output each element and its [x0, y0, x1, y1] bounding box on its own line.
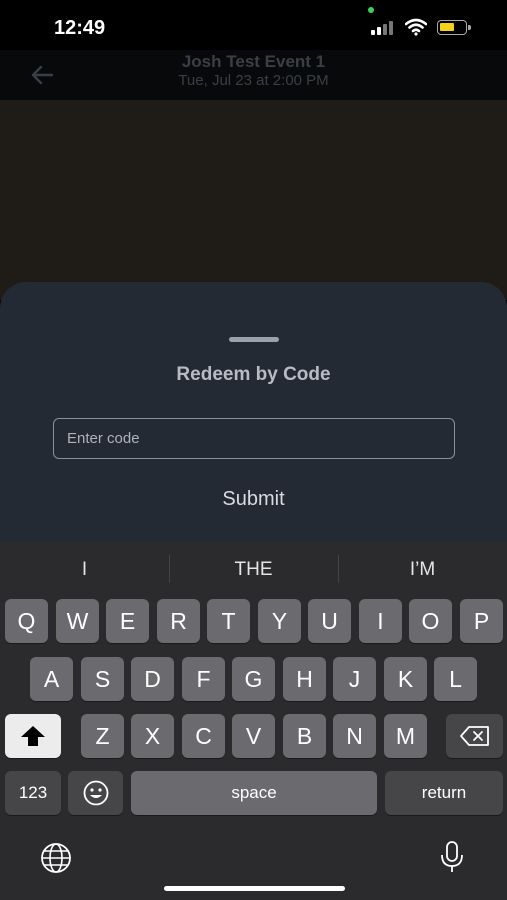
space-key[interactable]: space: [131, 771, 377, 815]
shift-arrow-icon: [21, 726, 45, 746]
sheet-title: Redeem by Code: [176, 364, 331, 385]
sheet-drag-handle[interactable]: [229, 337, 279, 342]
microphone-icon[interactable]: [438, 840, 466, 874]
return-key[interactable]: return: [385, 771, 503, 815]
key-n[interactable]: N: [333, 714, 376, 758]
wifi-icon: [405, 18, 427, 36]
suggestion-item[interactable]: I: [0, 559, 169, 581]
suggestion-item[interactable]: I’M: [338, 559, 507, 581]
key-c[interactable]: C: [182, 714, 225, 758]
key-b[interactable]: B: [283, 714, 326, 758]
code-input[interactable]: [53, 418, 455, 459]
key-z[interactable]: Z: [81, 714, 124, 758]
delete-key[interactable]: [446, 714, 503, 758]
key-k[interactable]: K: [384, 657, 427, 701]
key-a[interactable]: A: [30, 657, 73, 701]
key-d[interactable]: D: [131, 657, 174, 701]
keyboard: I THE I’M Q W E R T Y U I O P A S D F G …: [0, 542, 507, 900]
key-i[interactable]: I: [359, 599, 402, 643]
shift-key[interactable]: [5, 714, 61, 758]
key-t[interactable]: T: [207, 599, 250, 643]
battery-icon: [437, 20, 471, 35]
status-bar: 12:49: [0, 0, 507, 50]
event-date: Tue, Jul 23 at 2:00 PM: [178, 72, 329, 89]
emoji-key[interactable]: [68, 771, 123, 815]
submit-button[interactable]: Submit: [0, 488, 507, 511]
event-title: Josh Test Event 1: [181, 52, 326, 71]
key-m[interactable]: M: [384, 714, 427, 758]
key-e[interactable]: E: [106, 599, 149, 643]
emoji-icon: [83, 780, 108, 806]
key-u[interactable]: U: [308, 599, 351, 643]
key-s[interactable]: S: [81, 657, 124, 701]
suggestion-bar: I THE I’M: [0, 542, 507, 594]
cellular-signal-icon: [371, 21, 397, 35]
key-o[interactable]: O: [409, 599, 452, 643]
key-w[interactable]: W: [56, 599, 99, 643]
dimmed-backdrop[interactable]: [0, 100, 507, 300]
suggestion-item[interactable]: THE: [169, 559, 338, 581]
key-q[interactable]: Q: [5, 599, 48, 643]
camera-indicator-icon: [368, 7, 374, 13]
redeem-code-sheet: Redeem by Code Submit: [0, 282, 507, 552]
globe-icon[interactable]: [38, 842, 74, 874]
key-g[interactable]: G: [232, 657, 275, 701]
status-time: 12:49: [54, 17, 106, 39]
key-j[interactable]: J: [333, 657, 376, 701]
key-v[interactable]: V: [232, 714, 275, 758]
key-p[interactable]: P: [460, 599, 503, 643]
key-h[interactable]: H: [283, 657, 326, 701]
numbers-key[interactable]: 123: [5, 771, 61, 815]
key-r[interactable]: R: [157, 599, 200, 643]
key-x[interactable]: X: [131, 714, 174, 758]
home-indicator[interactable]: [164, 886, 345, 891]
key-l[interactable]: L: [434, 657, 477, 701]
backspace-icon: [459, 726, 489, 746]
key-y[interactable]: Y: [258, 599, 301, 643]
key-f[interactable]: F: [182, 657, 225, 701]
